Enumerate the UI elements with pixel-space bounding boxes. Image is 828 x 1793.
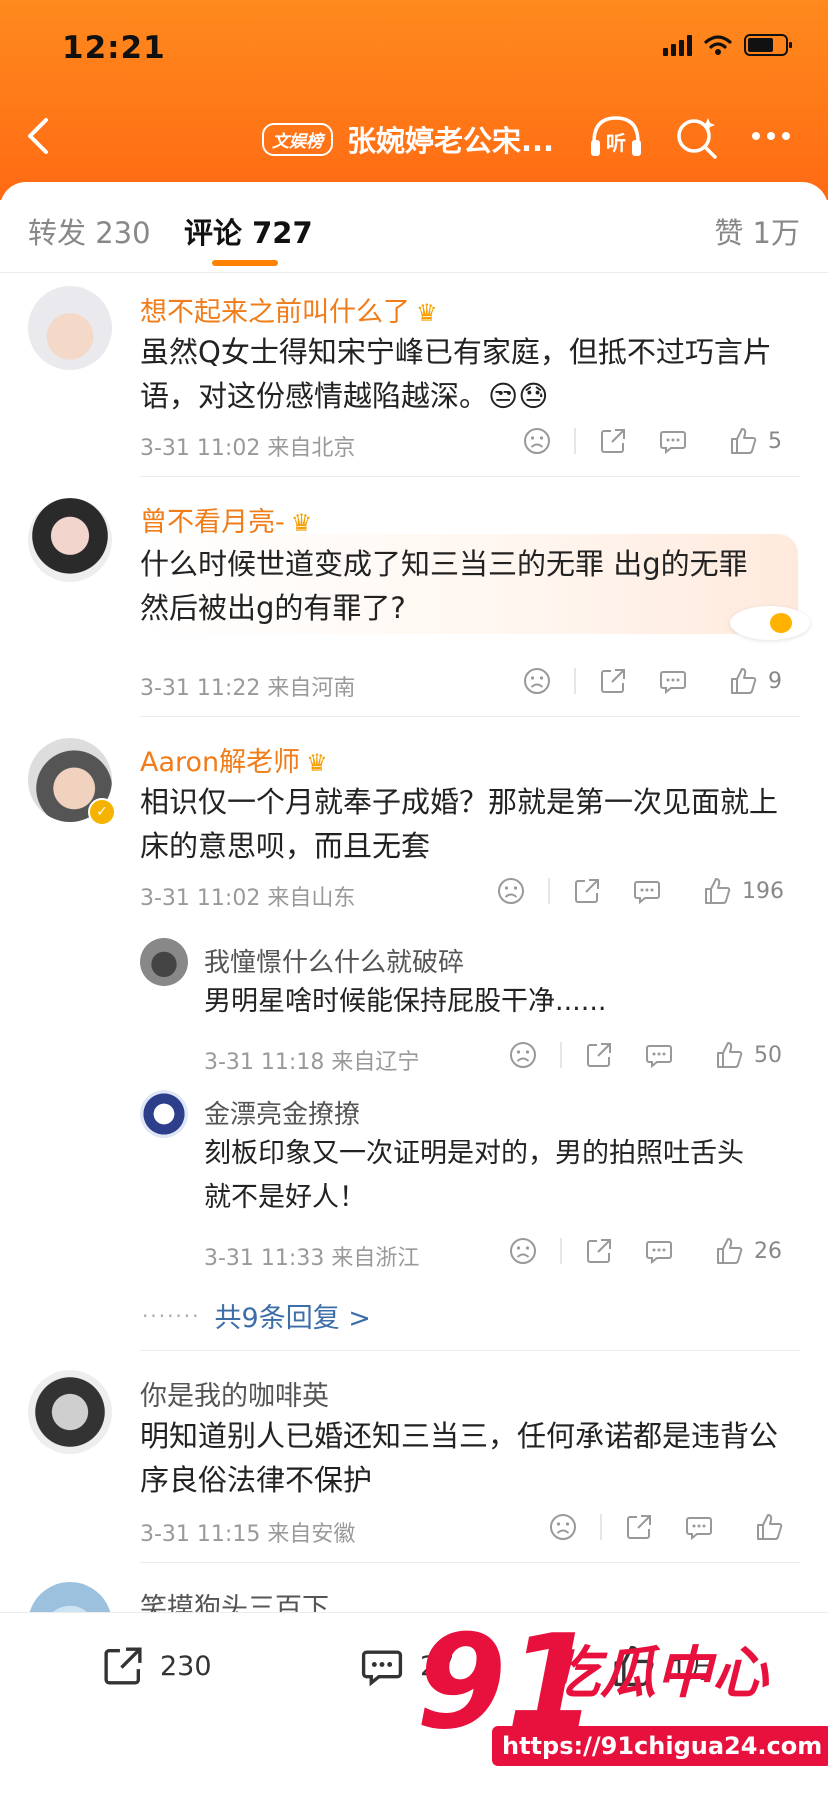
like-count: 9	[768, 668, 782, 694]
reply-username[interactable]: 金漂亮金撩撩	[204, 1094, 360, 1131]
bottom-repost-button[interactable]: 230	[100, 1643, 212, 1689]
reply-avatar[interactable]	[140, 938, 188, 986]
like-thumb-icon[interactable]	[714, 1236, 744, 1266]
like-thumb-icon[interactable]	[702, 876, 732, 906]
vip-crown-icon: ♛	[306, 749, 328, 777]
watermark-url: https://91chigua24.com	[492, 1726, 828, 1766]
avatar[interactable]	[28, 286, 112, 370]
comment-actions: 5	[522, 426, 782, 456]
more-options-icon[interactable]	[752, 132, 790, 140]
reply-meta: 3-31 11:33 来自浙江	[204, 1246, 420, 1271]
page-title: 张婉婷老公宋...	[347, 124, 555, 158]
share-icon[interactable]	[624, 1512, 654, 1542]
comment-text: 明知道别人已婚还知三当三，任何承诺都是违背公 序良俗法律不保护	[140, 1419, 779, 1497]
comment-tabs: 转发 230 评论 727 赞 1万	[0, 182, 828, 273]
wifi-icon	[704, 35, 732, 55]
comment-meta: 3-31 11:22 来自河南	[140, 676, 356, 701]
share-icon[interactable]	[584, 1040, 614, 1070]
divider	[140, 1350, 800, 1351]
like-count: 5	[768, 428, 782, 454]
reply-icon[interactable]	[644, 1236, 674, 1266]
share-icon[interactable]	[598, 666, 628, 696]
comment-username[interactable]: Aaron解老师 ♛	[140, 740, 328, 779]
vip-crown-icon: ♛	[290, 509, 313, 537]
share-icon[interactable]	[572, 876, 602, 906]
more-replies-label: 共9条回复 >	[214, 1303, 371, 1334]
divider	[140, 716, 800, 717]
reply-icon[interactable]	[684, 1512, 714, 1542]
comment-meta: 3-31 11:02 来自北京	[140, 436, 356, 461]
status-icons	[663, 34, 792, 56]
reply-icon[interactable]	[658, 666, 688, 696]
reply-icon[interactable]	[658, 426, 688, 456]
status-time: 12:21	[62, 30, 166, 66]
comment-text: 什么时候世道变成了知三当三的无罪 出g的无罪 然后被出g的有罪了?	[140, 547, 748, 625]
comment-meta: 3-31 11:02 来自山东	[140, 886, 356, 911]
dislike-face-icon[interactable]	[508, 1236, 538, 1266]
tab-likes[interactable]: 赞 1万	[714, 210, 800, 252]
dislike-face-icon[interactable]	[522, 666, 552, 696]
svg-text:听: 听	[606, 131, 626, 155]
reply-text: 刻板印象又一次证明是对的，男的拍照吐舌头 就不是好人！	[204, 1138, 744, 1213]
dots-decoration: ·······	[142, 1303, 201, 1328]
comment-actions: 196	[496, 876, 784, 906]
comment-actions: 9	[522, 666, 782, 696]
verified-badge-icon: ✓	[88, 798, 116, 826]
back-arrow-icon[interactable]	[22, 114, 54, 158]
comment-actions	[548, 1512, 794, 1542]
avatar[interactable]	[28, 1370, 112, 1454]
like-thumb-icon[interactable]	[754, 1512, 784, 1542]
dislike-face-icon[interactable]	[522, 426, 552, 456]
reply-icon[interactable]	[644, 1040, 674, 1070]
divider	[140, 1562, 800, 1563]
hot-list-badge: 文娱榜	[262, 122, 333, 156]
comment-icon	[361, 1650, 403, 1687]
comment-text: 相识仅一个月就奉子成婚？那就是第一次见面就上 床的意思呗，而且无套	[140, 785, 779, 863]
comment-username[interactable]: 你是我的咖啡英	[140, 1374, 329, 1413]
more-replies-link[interactable]: ······· 共9条回复 >	[142, 1296, 371, 1335]
reply-username[interactable]: 我憧憬什么什么就破碎	[204, 942, 464, 979]
vip-crown-icon: ♛	[416, 299, 438, 327]
like-count: 196	[742, 878, 784, 904]
share-icon[interactable]	[584, 1236, 614, 1266]
watermark-name: 吃瓜中心	[544, 1641, 768, 1706]
comment-text: 虽然Q女士得知宋宁峰已有家庭，但抵不过巧言片 语，对这份感情越陷越深。😒😓	[140, 335, 772, 413]
like-thumb-icon[interactable]	[728, 666, 758, 696]
comment-meta: 3-31 11:15 来自安徽	[140, 1522, 356, 1547]
battery-icon	[744, 34, 792, 56]
share-icon	[104, 1647, 142, 1685]
reply-meta: 3-31 11:18 来自辽宁	[204, 1050, 420, 1075]
tab-repost[interactable]: 转发 230	[28, 210, 151, 252]
dislike-face-icon[interactable]	[508, 1040, 538, 1070]
reply-actions: 26	[508, 1236, 782, 1266]
reply-text: 男明星啥时候能保持屁股干净......	[204, 986, 607, 1017]
comment-username[interactable]: 想不起来之前叫什么了 ♛	[140, 290, 438, 329]
repost-count: 230	[160, 1650, 212, 1682]
nav-title[interactable]: 文娱榜 张婉婷老公宋...	[262, 118, 554, 160]
divider	[140, 476, 800, 477]
cellular-signal-icon	[663, 34, 692, 56]
reply-avatar[interactable]	[140, 1090, 188, 1138]
search-icon[interactable]	[674, 114, 720, 160]
like-count: 50	[754, 1042, 782, 1068]
top-header: 12:21 文娱榜 张婉婷老公宋... 听	[0, 0, 828, 200]
like-thumb-icon[interactable]	[728, 426, 758, 456]
watermark-logo: 91 吃瓜中心 https://91chigua24.com	[416, 1606, 828, 1778]
like-count: 26	[754, 1238, 782, 1264]
dislike-face-icon[interactable]	[548, 1512, 578, 1542]
active-tab-indicator	[212, 260, 278, 266]
dislike-face-icon[interactable]	[496, 876, 526, 906]
like-thumb-icon[interactable]	[714, 1040, 744, 1070]
tab-comments[interactable]: 评论 727	[184, 210, 313, 252]
avatar[interactable]	[28, 498, 112, 582]
reply-actions: 50	[508, 1040, 782, 1070]
share-icon[interactable]	[598, 426, 628, 456]
headphones-listen-icon[interactable]: 听	[588, 112, 644, 160]
reply-icon[interactable]	[632, 876, 662, 906]
